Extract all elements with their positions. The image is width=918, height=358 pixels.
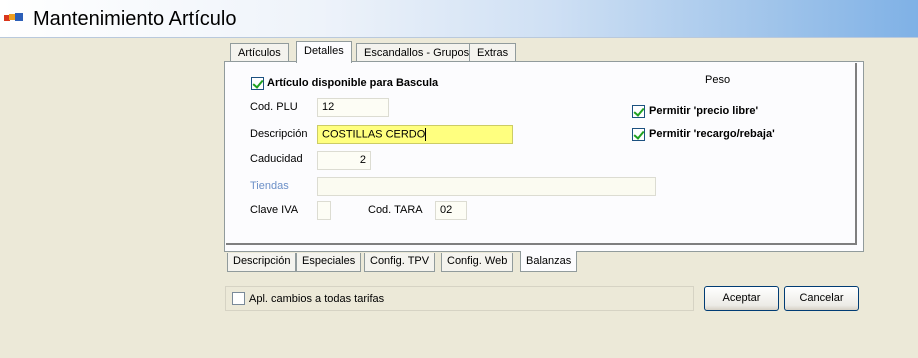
tab-especiales[interactable]: Especiales (296, 253, 362, 272)
precio-libre-label: Permitir 'precio libre' (649, 105, 759, 117)
tab-config-web[interactable]: Config. Web (441, 253, 514, 272)
tab-balanzas[interactable]: Balanzas (520, 251, 578, 272)
disponible-bascula-checkbox[interactable] (251, 77, 264, 90)
descripcion-value: COSTILLAS CERDO (322, 128, 426, 141)
cancel-label: Cancelar (799, 292, 844, 304)
tab-extras[interactable]: Extras (469, 43, 517, 63)
title-bar: Mantenimiento Artículo (0, 0, 918, 38)
cancel-button[interactable]: Cancelar (784, 286, 859, 311)
tab-descripcion[interactable]: Descripción (227, 253, 297, 272)
caducidad-label: Caducidad (250, 153, 303, 165)
cod-tara-field[interactable]: 02 (435, 201, 467, 220)
accept-button[interactable]: Aceptar (704, 286, 779, 311)
accept-label: Aceptar (722, 292, 761, 304)
options-box: Apl. cambios a todas tarifas (225, 286, 694, 311)
peso-title: Peso (705, 74, 731, 86)
cod-plu-field[interactable]: 12 (317, 98, 389, 117)
tab-articulos[interactable]: Artículos (230, 43, 289, 63)
descripcion-label: Descripción (250, 128, 308, 140)
tab-config-tpv[interactable]: Config. TPV (364, 253, 436, 272)
descripcion-field[interactable]: COSTILLAS CERDO (317, 125, 513, 144)
text-caret (425, 128, 427, 141)
tiendas-field[interactable] (317, 177, 656, 196)
app-blocks-icon (4, 12, 24, 24)
apply-all-label: Apl. cambios a todas tarifas (249, 293, 385, 305)
disponible-bascula-label: Artículo disponible para Bascula (267, 77, 439, 89)
caducidad-field[interactable]: 2 (317, 151, 371, 170)
precio-libre-checkbox[interactable] (632, 105, 645, 118)
clave-iva-field[interactable] (317, 201, 331, 220)
tiendas-label: Tiendas (250, 180, 289, 192)
clave-iva-label: Clave IVA (250, 204, 299, 216)
recargo-rebaja-checkbox[interactable] (632, 128, 645, 141)
tab-escandallos-grupos[interactable]: Escandallos - Grupos (356, 43, 478, 63)
tab-detalles[interactable]: Detalles (296, 41, 352, 63)
cod-plu-label: Cod. PLU (250, 101, 298, 113)
detalles-panel: Artículo disponible para Bascula Cod. PL… (224, 61, 864, 252)
apply-all-checkbox[interactable] (232, 292, 245, 305)
recargo-rebaja-label: Permitir 'recargo/rebaja' (649, 128, 775, 140)
cod-tara-label: Cod. TARA (368, 204, 423, 216)
window-title: Mantenimiento Artículo (33, 8, 237, 30)
